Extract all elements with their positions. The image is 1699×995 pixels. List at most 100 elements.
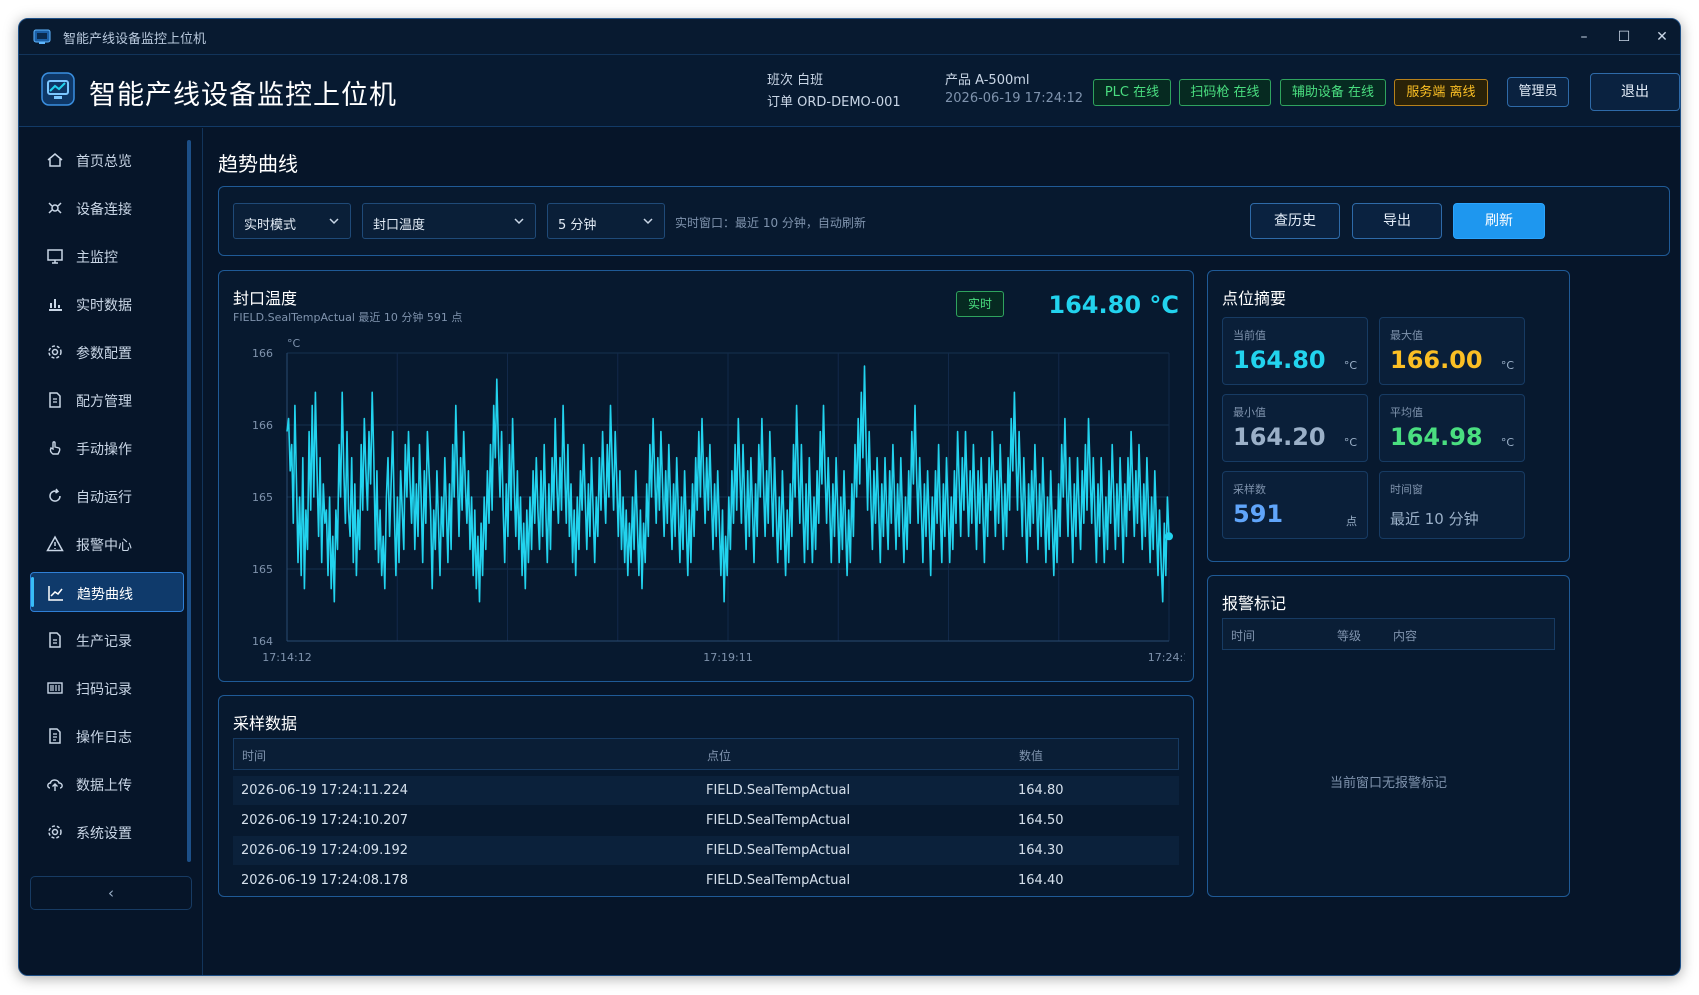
column-header-time: 时间	[242, 749, 267, 763]
sidebar-item-realtime-data[interactable]: 实时数据	[30, 284, 184, 324]
chart-panel: 封口温度 FIELD.SealTempActual 最近 10 分钟 591 点…	[218, 270, 1194, 682]
stat-value: 164.20	[1233, 423, 1326, 451]
sidebar-item-label: 参数配置	[76, 346, 132, 362]
trend-icon	[48, 586, 63, 601]
sidebar-item-alarm-center[interactable]: 报警中心	[30, 524, 184, 564]
sidebar-item-label: 生产记录	[76, 634, 132, 650]
page-title: 趋势曲线	[218, 152, 298, 176]
app-window: 智能产线设备监控上位机 – ☐ ✕ 智能产线设备监控上位机 班次 白班 订单 O…	[18, 18, 1681, 976]
warning-icon	[46, 535, 64, 552]
stat-unit: °C	[1500, 359, 1514, 372]
document-icon	[49, 632, 61, 648]
server-status-badge: 服务端 离线	[1394, 79, 1488, 106]
range-select[interactable]: 5 分钟	[547, 203, 665, 239]
sidebar-item-label: 自动运行	[76, 490, 132, 506]
sidebar: 首页总览 设备连接 主监控 实时数据 参数配置 配方管理 手动操作 自动运行 报…	[19, 128, 203, 975]
y-tick-label: 166	[252, 347, 273, 360]
chevron-down-icon	[329, 218, 339, 225]
sidebar-item-operation-log[interactable]: 操作日志	[30, 716, 184, 756]
sidebar-item-system-settings[interactable]: 系统设置	[30, 812, 184, 852]
chevron-down-icon	[514, 218, 524, 225]
cell-point: FIELD.SealTempActual	[706, 783, 851, 798]
sidebar-collapse-button[interactable]: ‹	[30, 876, 192, 910]
cell-point: FIELD.SealTempActual	[706, 813, 851, 828]
stat-card-avg: 平均值 164.98 °C	[1379, 394, 1525, 462]
sidebar-item-label: 系统设置	[76, 826, 132, 842]
sidebar-item-label: 报警中心	[76, 538, 132, 554]
sidebar-item-trend[interactable]: 趋势曲线	[30, 572, 184, 612]
summary-title: 点位摘要	[1222, 289, 1287, 308]
trend-chart: 164 165 165 166 166 °C 17:14:12 17:19:11 17:24:1	[252, 337, 1185, 663]
history-button[interactable]: 查历史	[1250, 203, 1340, 239]
table-row[interactable]: 2026-06-19 17:24:11.224 FIELD.SealTempAc…	[233, 776, 1179, 805]
sidebar-item-label: 趋势曲线	[77, 587, 133, 603]
upload-icon	[47, 779, 63, 791]
y-tick-label: 165	[252, 491, 273, 504]
cell-value: 164.50	[1018, 813, 1064, 828]
sidebar-item-data-upload[interactable]: 数据上传	[30, 764, 184, 804]
column-header-point: 点位	[707, 749, 732, 763]
order-label: 订单 ORD-DEMO-001	[767, 95, 901, 110]
cell-point: FIELD.SealTempActual	[706, 873, 851, 888]
stat-label: 最小值	[1233, 406, 1266, 419]
sidebar-item-label: 手动操作	[76, 442, 132, 458]
user-button[interactable]: 管理员	[1507, 77, 1569, 107]
logout-button[interactable]: 退出	[1590, 73, 1680, 111]
stat-label: 当前值	[1233, 329, 1266, 342]
point-select[interactable]: 封口温度	[362, 203, 536, 239]
barcode-icon	[47, 682, 63, 694]
sidebar-item-device-connection[interactable]: 设备连接	[30, 188, 184, 228]
alarms-title: 报警标记	[1222, 594, 1287, 613]
cell-value: 164.40	[1018, 873, 1064, 888]
alarms-table-header: 时间 等级 内容	[1222, 618, 1555, 650]
cell-time: 2026-06-19 17:24:08.178	[241, 873, 409, 888]
sidebar-item-label: 数据上传	[76, 778, 132, 794]
main-content: 趋势曲线 实时模式 封口温度 5 分钟 实时窗口：最近 10 分钟，自动刷新 查…	[204, 128, 1680, 975]
samples-panel: 采样数据 时间 点位 数值 2026-06-19 17:24:11.224 FI…	[218, 695, 1194, 897]
aux-device-status-badge: 辅助设备 在线	[1280, 79, 1386, 106]
summary-panel: 点位摘要 当前值 164.80 °C 最大值 166.00 °C 最小值 164…	[1207, 270, 1570, 562]
sidebar-item-label: 配方管理	[76, 394, 132, 410]
mode-select[interactable]: 实时模式	[233, 203, 351, 239]
sidebar-item-auto-run[interactable]: 自动运行	[30, 476, 184, 516]
y-unit-label: °C	[287, 337, 301, 350]
window-title: 智能产线设备监控上位机	[63, 32, 207, 47]
stat-value: 591	[1233, 500, 1284, 528]
alarms-empty-message: 当前窗口无报警标记	[1329, 776, 1447, 791]
log-icon	[49, 728, 61, 744]
sidebar-item-production-record[interactable]: 生产记录	[30, 620, 184, 660]
last-point-marker	[1165, 532, 1173, 541]
stat-card-max: 最大值 166.00 °C	[1379, 317, 1525, 385]
mode-select-value: 实时模式	[244, 218, 297, 233]
stat-label: 平均值	[1390, 406, 1423, 419]
title-bar: 智能产线设备监控上位机 – ☐ ✕	[19, 19, 1680, 55]
minimize-button[interactable]: –	[1569, 25, 1599, 49]
samples-table-header: 时间 点位 数值	[233, 738, 1179, 770]
alarms-panel: 报警标记 时间 等级 内容 当前窗口无报警标记	[1207, 575, 1570, 897]
sidebar-item-scan-record[interactable]: 扫码记录	[30, 668, 184, 708]
table-row[interactable]: 2026-06-19 17:24:09.192 FIELD.SealTempAc…	[233, 836, 1179, 865]
app-header: 智能产线设备监控上位机 班次 白班 订单 ORD-DEMO-001 产品 A-5…	[19, 55, 1680, 127]
column-header-content: 内容	[1393, 629, 1418, 643]
sidebar-item-label: 操作日志	[76, 730, 132, 746]
table-row[interactable]: 2026-06-19 17:24:08.178 FIELD.SealTempAc…	[233, 866, 1179, 895]
sidebar-item-home[interactable]: 首页总览	[30, 140, 184, 180]
close-button[interactable]: ✕	[1647, 25, 1677, 49]
refresh-button[interactable]: 刷新	[1453, 203, 1545, 239]
bar-chart-icon	[49, 299, 62, 311]
export-button[interactable]: 导出	[1352, 203, 1442, 239]
sidebar-item-recipe[interactable]: 配方管理	[30, 380, 184, 420]
maximize-button[interactable]: ☐	[1609, 25, 1639, 49]
sidebar-item-param-config[interactable]: 参数配置	[30, 332, 184, 372]
stat-label: 时间窗	[1390, 483, 1423, 496]
sidebar-scrollbar[interactable]	[187, 140, 191, 862]
table-row[interactable]: 2026-06-19 17:24:10.207 FIELD.SealTempAc…	[233, 806, 1179, 835]
sidebar-item-manual[interactable]: 手动操作	[30, 428, 184, 468]
point-select-value: 封口温度	[373, 218, 426, 233]
window-hint: 实时窗口：最近 10 分钟，自动刷新	[675, 216, 866, 230]
logo-icon	[41, 72, 75, 106]
range-select-value: 5 分钟	[558, 218, 597, 233]
sidebar-item-main-monitor[interactable]: 主监控	[30, 236, 184, 276]
cell-time: 2026-06-19 17:24:10.207	[241, 813, 409, 828]
sidebar-item-label: 扫码记录	[76, 682, 132, 698]
